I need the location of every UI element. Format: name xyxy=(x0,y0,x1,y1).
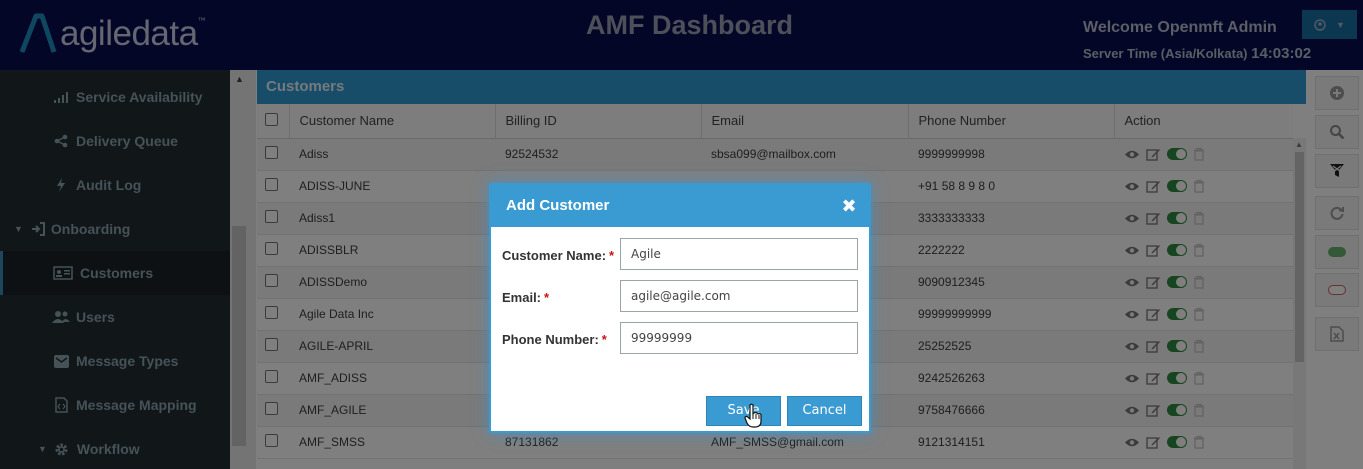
hand-pointer-cursor-icon xyxy=(744,403,762,428)
email-field[interactable]: agile@agile.com xyxy=(620,280,858,312)
cancel-button[interactable]: Cancel xyxy=(787,396,862,426)
field-label-text: Phone Number: xyxy=(502,332,599,347)
close-icon[interactable]: ✖ xyxy=(839,196,859,216)
required-marker: * xyxy=(601,332,607,347)
field-label-text: Email: xyxy=(502,290,542,305)
customer-name-field[interactable]: Agile xyxy=(620,238,858,270)
phone-number-field[interactable]: 99999999 xyxy=(620,322,858,354)
required-marker: * xyxy=(544,290,550,305)
field-label-text: Customer Name: xyxy=(502,248,607,263)
phone-number-label: Phone Number: * xyxy=(502,332,607,347)
email-label: Email: * xyxy=(502,290,549,305)
dialog-title: Add Customer xyxy=(491,185,869,227)
required-marker: * xyxy=(609,248,615,263)
add-customer-dialog: Add Customer ✖ Customer Name: * Agile Ema… xyxy=(489,183,871,433)
customer-name-label: Customer Name: * xyxy=(502,248,614,263)
